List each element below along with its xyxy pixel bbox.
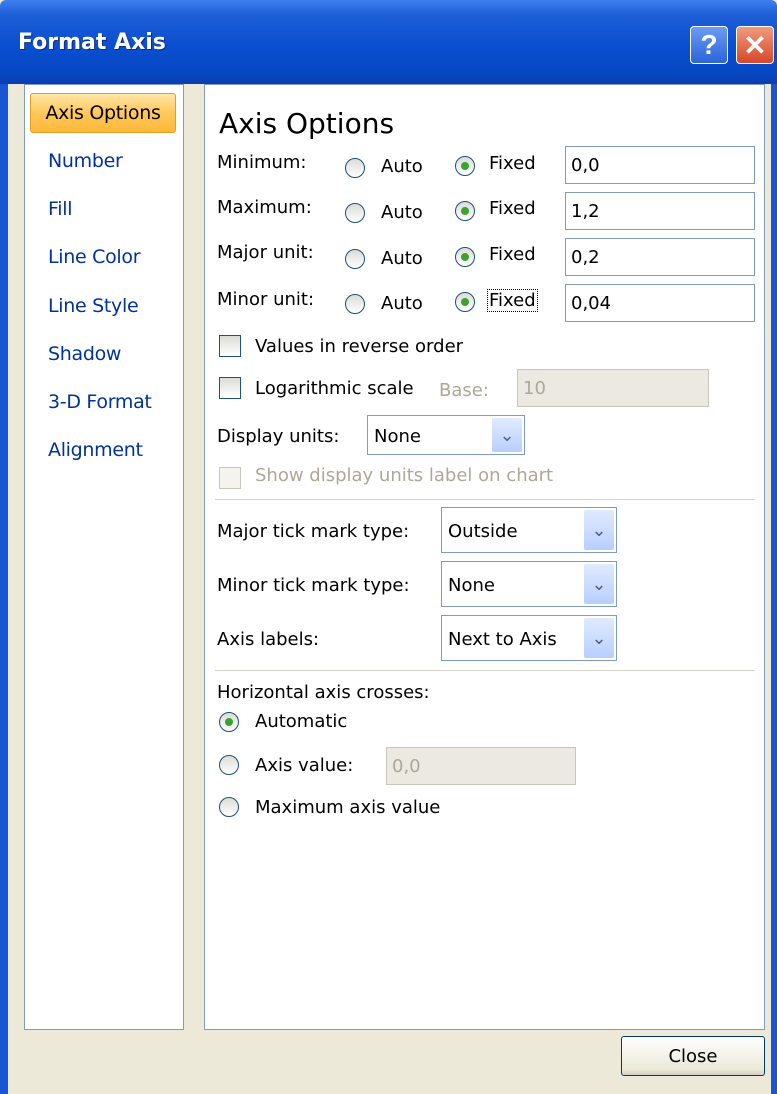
minor-unit-auto-radio[interactable]: [345, 294, 365, 314]
maximum-value-input[interactable]: 1,2: [565, 192, 755, 230]
nav-panel: Axis Options Number Fill Line Color Line…: [24, 84, 184, 1030]
major-unit-auto-radio[interactable]: [345, 249, 365, 269]
major-unit-value-input[interactable]: 0,2: [565, 238, 755, 276]
log-scale-label[interactable]: Logarithmic scale: [255, 378, 414, 399]
nav-item-number[interactable]: Number: [48, 150, 123, 172]
reverse-order-checkbox[interactable]: [219, 335, 241, 357]
nav-item-alignment[interactable]: Alignment: [48, 439, 143, 461]
minor-tick-label: Minor tick mark type:: [217, 575, 410, 596]
separator: [215, 499, 755, 500]
minor-tick-value: None: [448, 575, 495, 596]
axis-labels-value: Next to Axis: [448, 629, 557, 650]
crosses-heading: Horizontal axis crosses:: [217, 682, 430, 703]
minimum-value-input[interactable]: 0,0: [565, 146, 755, 184]
major-tick-value: Outside: [448, 521, 518, 542]
nav-item-axis-options[interactable]: Axis Options: [30, 93, 176, 133]
major-tick-label: Major tick mark type:: [217, 521, 410, 542]
major-tick-select[interactable]: Outside ⌄: [441, 507, 617, 553]
title-bar: Format Axis ? ✕: [0, 0, 777, 84]
minimum-auto-radio[interactable]: [345, 158, 365, 178]
minor-unit-fixed-label[interactable]: Fixed: [487, 289, 538, 312]
reverse-order-label[interactable]: Values in reverse order: [255, 336, 463, 357]
display-units-label: Display units:: [217, 426, 340, 447]
major-unit-auto-label[interactable]: Auto: [381, 248, 423, 269]
close-icon: ✕: [743, 29, 767, 61]
separator: [215, 670, 755, 671]
help-button[interactable]: ?: [690, 26, 728, 64]
crosses-max-radio[interactable]: [219, 797, 239, 817]
nav-item-shadow[interactable]: Shadow: [48, 343, 121, 365]
minor-unit-auto-label[interactable]: Auto: [381, 293, 423, 314]
minor-unit-value-input[interactable]: 0,04: [565, 284, 755, 322]
question-icon: ?: [700, 29, 718, 60]
minor-unit-fixed-radio[interactable]: [455, 292, 475, 312]
chevron-down-icon[interactable]: ⌄: [584, 618, 614, 658]
major-unit-fixed-radio[interactable]: [455, 247, 475, 267]
display-units-select[interactable]: None ⌄: [367, 415, 525, 455]
minimum-fixed-label[interactable]: Fixed: [489, 153, 536, 174]
minimum-label: Minimum:: [217, 152, 307, 173]
nav-item-fill[interactable]: Fill: [48, 198, 72, 220]
maximum-fixed-radio[interactable]: [455, 201, 475, 221]
nav-item-3d-format[interactable]: 3-D Format: [48, 391, 152, 413]
window-title: Format Axis: [18, 30, 166, 55]
base-input: 10: [517, 369, 709, 407]
section-title: Axis Options: [219, 107, 395, 140]
nav-item-line-style[interactable]: Line Style: [48, 295, 139, 317]
nav-item-line-color[interactable]: Line Color: [48, 246, 141, 268]
axis-labels-select[interactable]: Next to Axis ⌄: [441, 615, 617, 661]
window-frame-right: [771, 84, 777, 1094]
log-scale-checkbox[interactable]: [219, 377, 241, 399]
minimum-auto-label[interactable]: Auto: [381, 156, 423, 177]
chevron-down-icon[interactable]: ⌄: [584, 564, 614, 604]
minimum-fixed-radio[interactable]: [455, 156, 475, 176]
chevron-down-icon[interactable]: ⌄: [584, 510, 614, 550]
maximum-label: Maximum:: [217, 197, 312, 218]
display-units-value: None: [374, 426, 421, 447]
minor-unit-label: Minor unit:: [217, 289, 315, 310]
crosses-automatic-radio[interactable]: [219, 712, 239, 732]
window-close-button[interactable]: ✕: [736, 26, 774, 64]
chevron-down-icon[interactable]: ⌄: [492, 418, 522, 452]
close-button[interactable]: Close: [621, 1036, 765, 1076]
crosses-automatic-label[interactable]: Automatic: [255, 711, 347, 732]
crosses-max-label[interactable]: Maximum axis value: [255, 797, 440, 818]
maximum-auto-radio[interactable]: [345, 203, 365, 223]
crosses-axis-value-input: 0,0: [386, 747, 576, 785]
base-label: Base:: [439, 380, 489, 401]
content-panel: Axis Options Minimum: Auto Fixed 0,0 Max…: [204, 84, 765, 1030]
major-unit-label: Major unit:: [217, 242, 314, 263]
maximum-auto-label[interactable]: Auto: [381, 202, 423, 223]
minor-tick-select[interactable]: None ⌄: [441, 561, 617, 607]
window-frame-left: [0, 84, 8, 1094]
show-units-checkbox: [219, 467, 241, 489]
major-unit-fixed-label[interactable]: Fixed: [489, 244, 536, 265]
axis-labels-label: Axis labels:: [217, 629, 320, 650]
maximum-fixed-label[interactable]: Fixed: [489, 198, 536, 219]
show-units-label: Show display units label on chart: [255, 465, 554, 486]
crosses-axis-value-label[interactable]: Axis value:: [255, 755, 353, 776]
crosses-axis-value-radio[interactable]: [219, 755, 239, 775]
